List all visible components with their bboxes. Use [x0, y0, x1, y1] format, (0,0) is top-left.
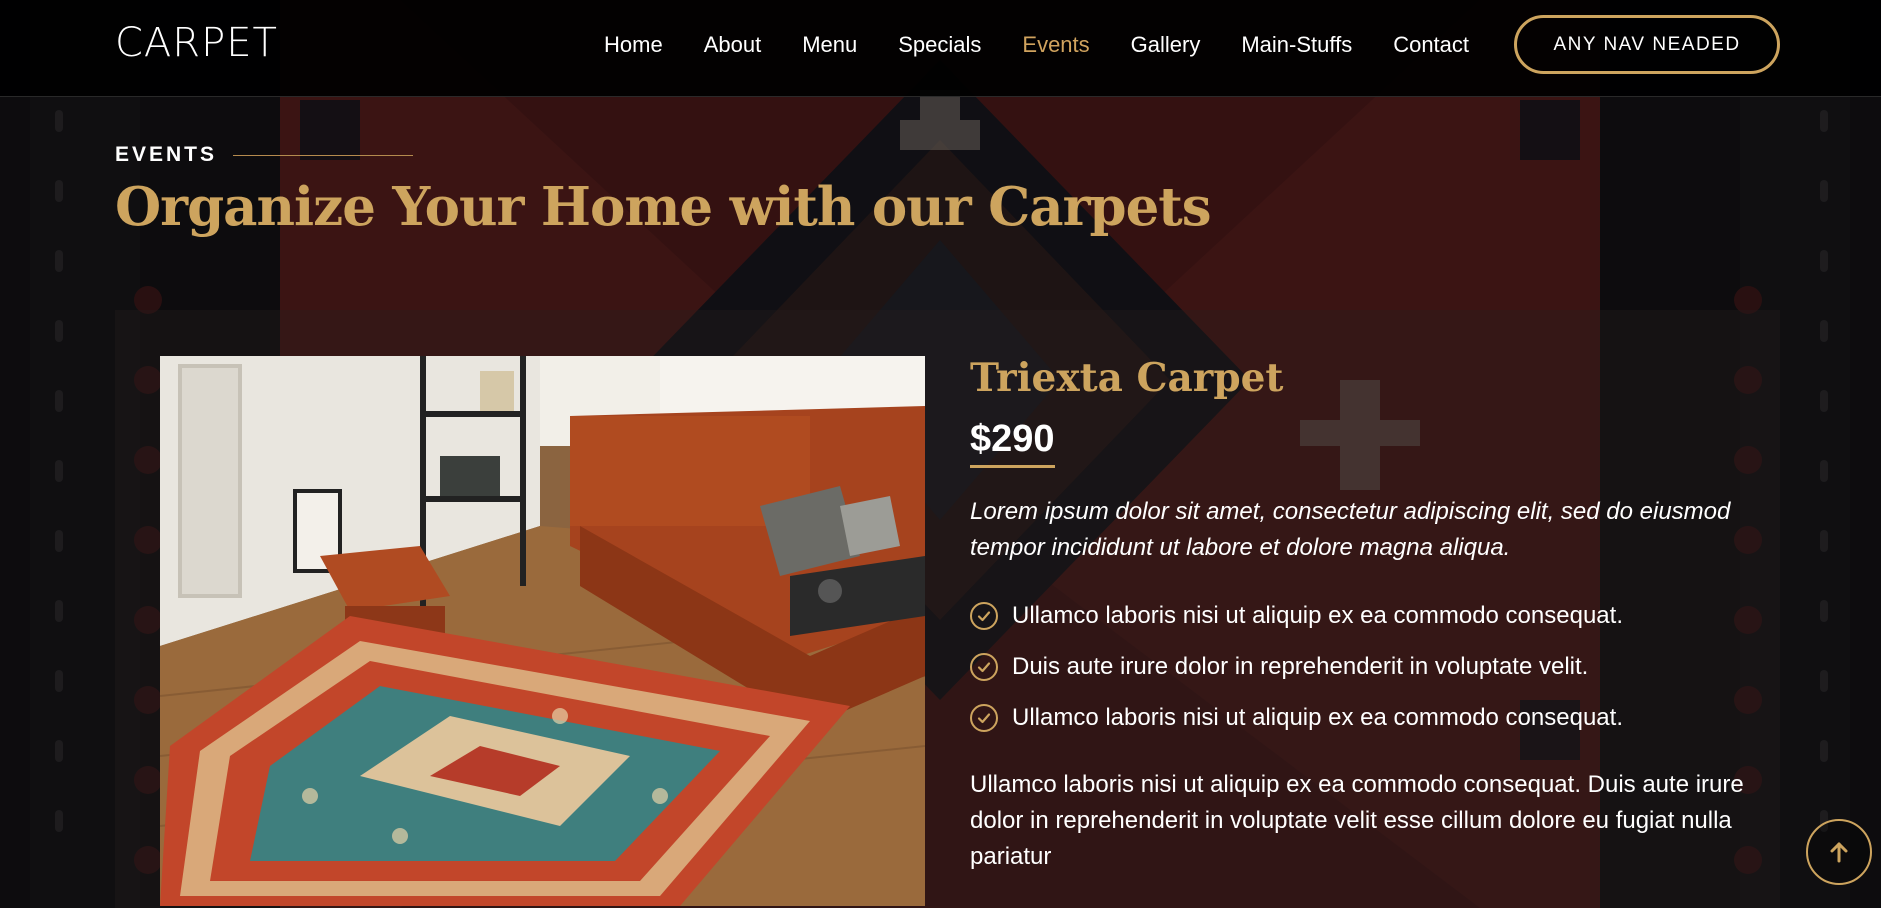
section-label: EVENTS	[115, 143, 218, 166]
feature-text: Ullamco laboris nisi ut aliquip ex ea co…	[1012, 703, 1623, 731]
product-lead-text: Lorem ipsum dolor sit amet, consectetur …	[970, 498, 1731, 561]
arrow-up-icon	[1830, 842, 1848, 863]
section-divider	[233, 154, 414, 156]
main-nav: Home About Menu Specials Events Gallery …	[604, 0, 1510, 90]
feature-text: Duis aute irure dolor in reprehenderit i…	[1012, 652, 1589, 680]
check-circle-icon	[970, 601, 998, 630]
feature-item: Ullamco laboris nisi ut aliquip ex ea co…	[970, 590, 1623, 641]
nav-item-about[interactable]: About	[704, 32, 762, 58]
section-title: Organize Your Home with our Carpets	[115, 176, 1212, 238]
feature-item: Duis aute irure dolor in reprehenderit i…	[970, 641, 1623, 692]
product-price: $290	[970, 418, 1055, 468]
nav-item-home[interactable]: Home	[604, 32, 663, 58]
section-label-group: EVENTS	[115, 143, 414, 167]
check-circle-icon	[970, 652, 998, 681]
nav-item-events[interactable]: Events	[1022, 32, 1089, 58]
product-title: Triexta Carpet	[970, 355, 1284, 401]
nav-item-menu[interactable]: Menu	[802, 32, 857, 58]
product-image	[160, 356, 925, 906]
back-to-top-button[interactable]	[1806, 819, 1872, 885]
nav-cta-button[interactable]: ANY NAV NEADED	[1514, 15, 1780, 74]
nav-item-main-stuffs[interactable]: Main-Stuffs	[1241, 32, 1352, 58]
nav-item-gallery[interactable]: Gallery	[1131, 32, 1201, 58]
product-description: Ullamco laboris nisi ut aliquip ex ea co…	[970, 771, 1744, 870]
site-logo[interactable]: CARPET	[115, 20, 278, 66]
nav-item-contact[interactable]: Contact	[1393, 32, 1469, 58]
feature-item: Ullamco laboris nisi ut aliquip ex ea co…	[970, 692, 1623, 743]
feature-list: Ullamco laboris nisi ut aliquip ex ea co…	[970, 590, 1623, 743]
feature-text: Ullamco laboris nisi ut aliquip ex ea co…	[1012, 601, 1623, 629]
site-header: CARPET Home About Menu Specials Events G…	[0, 0, 1881, 97]
nav-item-specials[interactable]: Specials	[898, 32, 981, 58]
check-circle-icon	[970, 703, 998, 732]
